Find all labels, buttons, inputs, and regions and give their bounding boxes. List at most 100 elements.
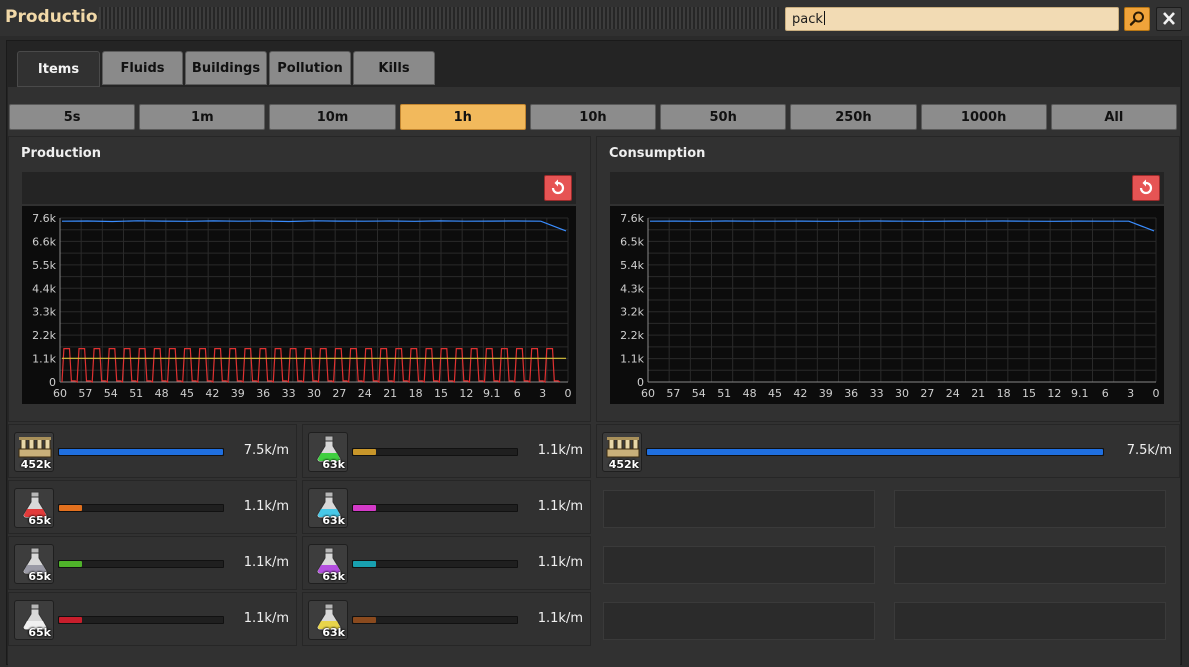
x-tick-label: 24 — [358, 387, 372, 400]
item-slot[interactable]: 452k — [602, 432, 642, 472]
item-rate: 1.1k/m — [537, 611, 583, 626]
item-rate: 1.1k/m — [537, 443, 583, 458]
item-count: 65k — [28, 514, 51, 527]
item-slot[interactable]: 65k — [14, 488, 54, 528]
time-range-5s-button[interactable]: 5s — [9, 104, 136, 130]
item-rate: 1.1k/m — [243, 499, 289, 514]
item-slot[interactable]: 63k — [308, 432, 348, 472]
x-tick-label: 21 — [971, 387, 985, 400]
empty-slot — [603, 546, 875, 584]
x-tick-label: 9.1 — [1071, 387, 1089, 400]
x-tick-label: 27 — [920, 387, 934, 400]
time-range-all-button[interactable]: All — [1050, 104, 1177, 130]
item-slot[interactable]: 63k — [308, 488, 348, 528]
x-tick-label: 45 — [768, 387, 782, 400]
x-tick-label: 54 — [104, 387, 118, 400]
x-tick-label: 57 — [666, 387, 680, 400]
tab-pollution[interactable]: Pollution — [269, 51, 351, 85]
x-tick-label: 42 — [205, 387, 219, 400]
x-tick-label: 0 — [565, 387, 572, 400]
time-range-1000h-button[interactable]: 1000h — [920, 104, 1047, 130]
production-chart-svg: 7.6k 6.6k 5.5k 4.4k 3.3k 2.2k 1.1k 0 60 57 54 51 48 4… — [32, 212, 572, 400]
item-slot[interactable]: 452k — [14, 432, 54, 472]
item-count: 63k — [322, 626, 345, 639]
close-icon — [1163, 12, 1175, 25]
item-slot[interactable]: 63k — [308, 600, 348, 640]
item-row[interactable]: 65k 1.1k/m — [8, 592, 297, 646]
time-range-50h-button[interactable]: 50h — [660, 104, 787, 130]
x-tick-label: 15 — [1022, 387, 1036, 400]
y-tick-label: 2.2k — [32, 329, 56, 342]
rate-bar-fill — [59, 449, 223, 455]
item-row[interactable]: 452k 7.5k/m — [8, 424, 297, 478]
time-range-250h-button[interactable]: 250h — [790, 104, 917, 130]
x-tick-label: 9.1 — [483, 387, 501, 400]
y-tick-label: 7.6k — [620, 212, 644, 225]
item-rate: 1.1k/m — [243, 555, 289, 570]
item-row[interactable]: 63k 1.1k/m — [302, 592, 591, 646]
rate-bar — [58, 616, 224, 624]
y-tick-label: 3.2k — [620, 306, 644, 319]
x-tick-label: 18 — [997, 387, 1011, 400]
x-tick-label: 60 — [641, 387, 655, 400]
time-range-1h-button[interactable]: 1h — [399, 104, 526, 130]
tab-fluids[interactable]: Fluids — [102, 51, 183, 85]
item-row[interactable]: 63k 1.1k/m — [302, 424, 591, 478]
production-reset-button[interactable] — [544, 175, 572, 201]
x-tick-label: 27 — [332, 387, 346, 400]
item-row[interactable]: 65k 1.1k/m — [8, 480, 297, 534]
rate-bar-fill — [353, 617, 376, 623]
drag-handle[interactable] — [99, 7, 779, 29]
x-tick-label: 3 — [539, 387, 546, 400]
y-tick-label: 6.6k — [32, 235, 56, 248]
item-count: 452k — [20, 458, 51, 471]
time-range-10m-button[interactable]: 10m — [269, 104, 396, 130]
item-row[interactable]: 65k 1.1k/m — [8, 536, 297, 590]
rate-bar-fill — [353, 505, 376, 511]
title-bar[interactable]: Production pack — [0, 0, 1189, 36]
x-tick-label: 12 — [459, 387, 473, 400]
tab-buildings[interactable]: Buildings — [185, 51, 267, 85]
item-rate: 1.1k/m — [537, 555, 583, 570]
x-tick-label: 15 — [434, 387, 448, 400]
close-button[interactable] — [1156, 7, 1182, 31]
rate-bar — [58, 504, 224, 512]
rate-bar — [352, 448, 518, 456]
item-slot[interactable]: 63k — [308, 544, 348, 584]
rate-bar-fill — [647, 449, 1103, 455]
production-chart[interactable]: 7.6k 6.6k 5.5k 4.4k 3.3k 2.2k 1.1k 0 60 57 54 51 48 4… — [22, 206, 576, 404]
tab-kills[interactable]: Kills — [353, 51, 435, 85]
item-row[interactable]: 63k 1.1k/m — [302, 480, 591, 534]
time-range-10h-button[interactable]: 10h — [529, 104, 657, 130]
consumption-chart[interactable]: 7.6k 6.5k 5.4k 4.3k 3.2k 2.2k 1.1k 0 60 57 54 51 48 4… — [610, 206, 1164, 404]
x-tick-label: 45 — [180, 387, 194, 400]
item-slot[interactable]: 65k — [14, 600, 54, 640]
rate-bar-fill — [353, 561, 376, 567]
x-tick-label: 42 — [793, 387, 807, 400]
y-tick-label: 3.3k — [32, 306, 56, 319]
y-tick-label: 6.5k — [620, 235, 644, 248]
x-tick-label: 12 — [1047, 387, 1061, 400]
search-icon — [1129, 11, 1144, 26]
x-tick-label: 51 — [129, 387, 143, 400]
item-rate: 7.5k/m — [243, 443, 289, 458]
reset-icon — [551, 179, 565, 195]
rate-bar — [58, 560, 224, 568]
x-tick-label: 39 — [231, 387, 245, 400]
time-range-1m-button[interactable]: 1m — [139, 104, 266, 130]
empty-slot — [603, 490, 875, 528]
item-count: 63k — [322, 514, 345, 527]
x-tick-label: 6 — [514, 387, 521, 400]
tab-items[interactable]: Items — [17, 51, 100, 87]
search-input[interactable]: pack — [785, 7, 1119, 31]
item-row[interactable]: 452k 7.5k/m — [596, 424, 1180, 478]
item-count: 63k — [322, 570, 345, 583]
item-row[interactable]: 63k 1.1k/m — [302, 536, 591, 590]
series-line — [61, 348, 561, 384]
item-slot[interactable]: 65k — [14, 544, 54, 584]
search-button[interactable] — [1124, 7, 1150, 31]
consumption-reset-button[interactable] — [1132, 175, 1160, 201]
item-count: 65k — [28, 570, 51, 583]
chart-grid — [59, 217, 569, 383]
chart-grid — [647, 217, 1157, 383]
